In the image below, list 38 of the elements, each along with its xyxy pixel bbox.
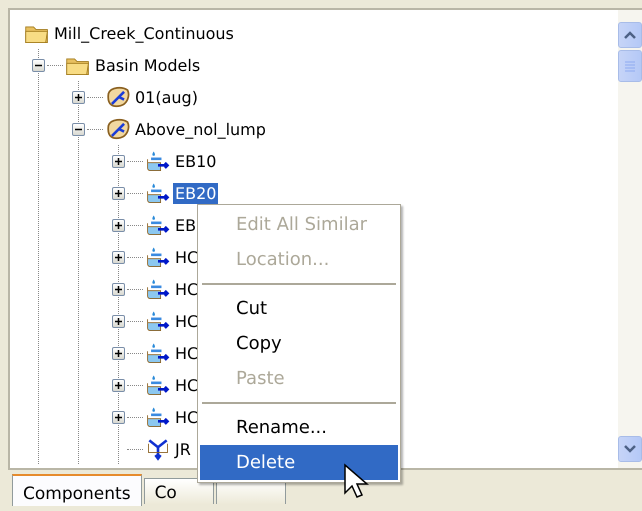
tree-item[interactable]: EB (173, 214, 198, 236)
expand-icon[interactable] (112, 250, 125, 264)
tree-item[interactable]: HC (173, 278, 200, 300)
basin-icon (105, 116, 131, 142)
collapse-icon[interactable] (32, 58, 45, 72)
expand-icon[interactable] (112, 410, 125, 424)
tree-item[interactable]: HC (173, 406, 200, 428)
collapse-icon[interactable] (72, 122, 85, 136)
expand-icon[interactable] (112, 346, 125, 360)
expand-icon[interactable] (112, 186, 125, 200)
scroll-thumb[interactable] (618, 50, 642, 82)
tree-item[interactable]: HC (173, 342, 200, 364)
tree-item[interactable]: HC (173, 310, 200, 332)
menu-item[interactable]: Delete (200, 445, 398, 480)
tree-item[interactable]: HC (173, 246, 200, 268)
tree-item[interactable]: Above_nol_lump (133, 118, 268, 140)
expand-icon[interactable] (112, 314, 125, 328)
expand-icon[interactable] (112, 218, 125, 232)
menu-item[interactable]: Cut (200, 291, 398, 326)
tree-item[interactable]: EB10 (173, 150, 218, 172)
expand-icon[interactable] (72, 90, 85, 104)
tab[interactable]: Components (12, 474, 142, 506)
grip-icon (625, 60, 635, 72)
tree-item[interactable]: 01(aug) (133, 86, 200, 108)
tab[interactable]: Co (144, 478, 214, 504)
menu-item[interactable]: Copy (200, 326, 398, 361)
scroll-down-button[interactable] (618, 436, 642, 462)
expand-icon[interactable] (112, 378, 125, 392)
scroll-up-button[interactable] (618, 22, 642, 48)
tree-item[interactable]: Basin Models (93, 54, 202, 76)
tree-item[interactable]: JR (173, 438, 193, 460)
tree-item[interactable]: Mill_Creek_Continuous (52, 22, 236, 44)
basin-icon (105, 84, 131, 110)
expand-icon[interactable] (112, 282, 125, 296)
tree-item[interactable]: EB20 (173, 182, 218, 204)
menu-item[interactable]: Rename... (200, 410, 398, 445)
expand-icon[interactable] (112, 154, 125, 168)
tree-item[interactable]: HC (173, 374, 200, 396)
